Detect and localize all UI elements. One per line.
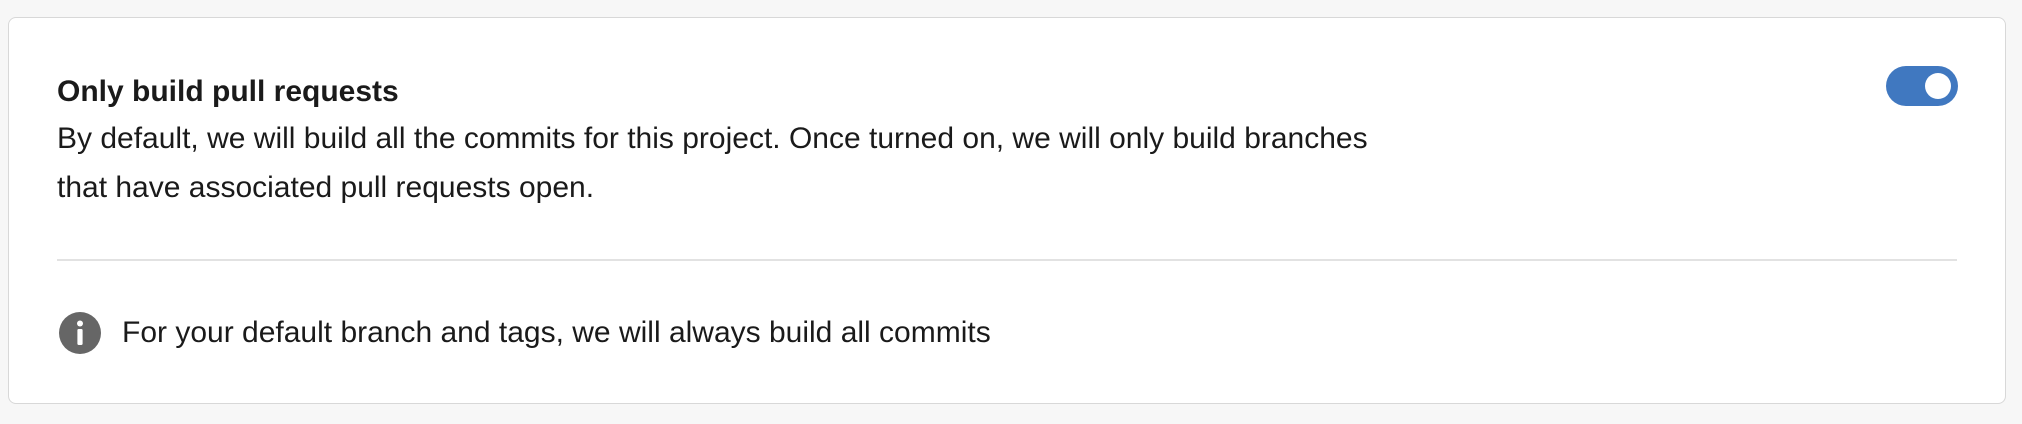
only-build-pull-requests-toggle[interactable]	[1886, 66, 1958, 106]
divider	[57, 259, 1957, 261]
setting-title: Only build pull requests	[57, 75, 399, 108]
setting-description: By default, we will build all the commit…	[57, 122, 1368, 204]
info-icon	[59, 312, 101, 354]
info-message: For your default branch and tags, we wil…	[122, 316, 991, 349]
toggle-knob	[1925, 73, 1951, 99]
settings-card: Only build pull requests By default, we …	[8, 17, 2006, 404]
